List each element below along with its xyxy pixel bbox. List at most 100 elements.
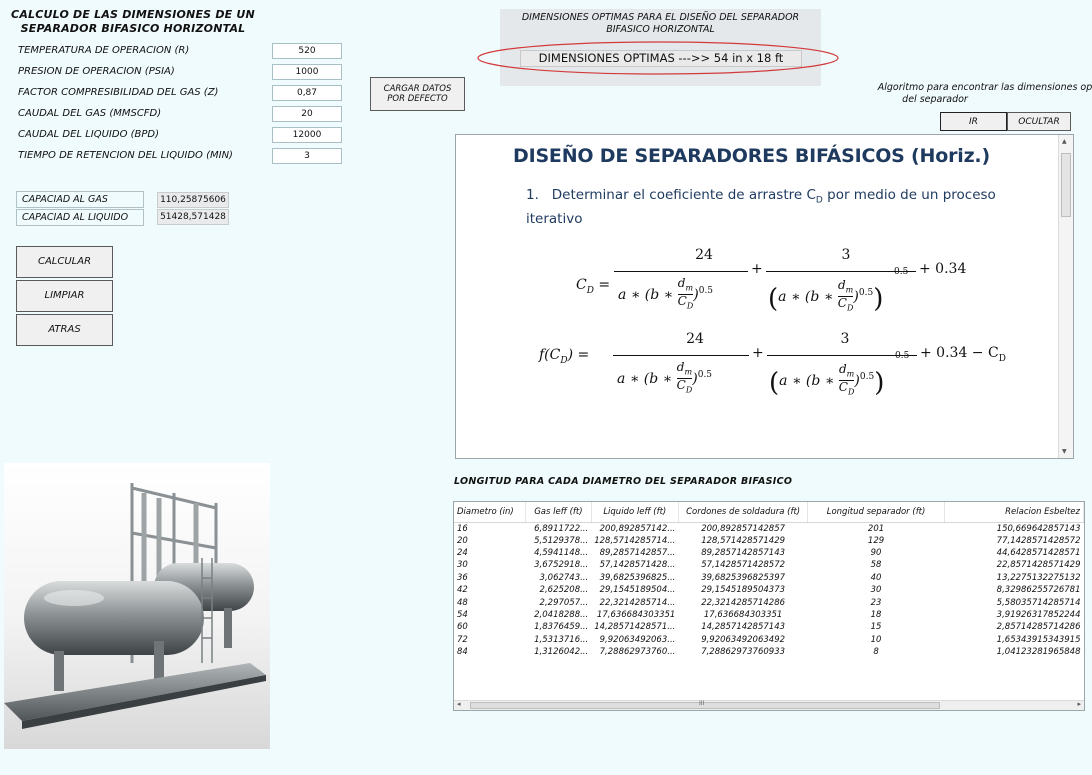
header-weld-seams[interactable]: Cordones de soldadura (ft) xyxy=(678,502,809,523)
table-cell[interactable]: 39,6825396825397 xyxy=(678,572,808,584)
table-cell[interactable]: 8 xyxy=(808,646,944,658)
calcular-button[interactable]: CALCULAR xyxy=(16,246,113,278)
table-cell[interactable]: 22,8571428571429 xyxy=(944,559,1083,571)
table-cell[interactable]: 3,91926317852244 xyxy=(944,609,1083,621)
header-diameter[interactable]: Diametro (in) xyxy=(454,502,527,523)
table-cell[interactable]: 4,5941148... xyxy=(526,547,592,559)
table-cell[interactable]: 57,1428571428572 xyxy=(678,559,808,571)
table-cell[interactable]: 89,2857142857... xyxy=(591,547,678,559)
table-cell[interactable]: 30 xyxy=(454,559,526,571)
table-cell[interactable]: 22,3214285714286 xyxy=(678,596,808,608)
liquid-flow-input[interactable]: 12000 xyxy=(272,127,342,143)
table-cell[interactable]: 5,5129378... xyxy=(526,535,592,547)
table-cell[interactable]: 29,1545189504... xyxy=(591,584,678,596)
table-cell[interactable]: 16 xyxy=(454,522,526,535)
table-cell[interactable]: 2,625208... xyxy=(526,584,592,596)
table-cell[interactable]: 1,5313716... xyxy=(526,634,592,646)
table-cell[interactable]: 1,3126042... xyxy=(526,646,592,658)
temperature-input[interactable]: 520 xyxy=(272,43,342,59)
scroll-left-icon[interactable]: ◂ xyxy=(457,700,461,708)
atras-button[interactable]: ATRAS xyxy=(16,314,113,346)
table-cell[interactable]: 201 xyxy=(808,522,944,535)
load-defaults-button[interactable]: CARGAR DATOS POR DEFECTO xyxy=(370,77,465,111)
document-viewer[interactable]: DISEÑO DE SEPARADORES BIFÁSICOS (Horiz.)… xyxy=(455,134,1074,459)
table-cell[interactable]: 128,5714285714... xyxy=(591,535,678,547)
header-liquid-leff[interactable]: Liquido leff (ft) xyxy=(591,502,679,523)
ocultar-button[interactable]: OCULTAR xyxy=(1007,112,1071,131)
table-cell[interactable]: 2,0418288... xyxy=(526,609,592,621)
ir-button[interactable]: IR xyxy=(940,112,1007,131)
table-cell[interactable]: 1,04123281965848 xyxy=(944,646,1083,658)
table-cell[interactable]: 3,062743... xyxy=(526,572,592,584)
table-cell[interactable]: 200,892857142... xyxy=(591,522,678,535)
table-row[interactable]: 16 6,8911722... 200,892857142... 200,892857… xyxy=(454,522,1084,535)
table-cell[interactable]: 29,1545189504373 xyxy=(678,584,808,596)
table-row[interactable]: 54 2,0418288... 17,636684303351 17,63668430… xyxy=(454,609,1084,621)
table-cell[interactable]: 14,28571428571... xyxy=(591,621,678,633)
table-horizontal-scrollbar[interactable]: ◂ III ▸ xyxy=(454,700,1084,710)
limpiar-button[interactable]: LIMPIAR xyxy=(16,280,113,312)
table-cell[interactable]: 54 xyxy=(454,609,526,621)
table-cell[interactable]: 3,6752918... xyxy=(526,559,592,571)
table-cell[interactable]: 1,65343915343915 xyxy=(944,634,1083,646)
table-row[interactable]: 72 1,5313716... 9,92063492063... 9,92063492… xyxy=(454,634,1084,646)
table-cell[interactable]: 128,571428571429 xyxy=(678,535,808,547)
table-cell[interactable]: 23 xyxy=(808,596,944,608)
table-cell[interactable]: 200,892857142857 xyxy=(678,522,808,535)
table-cell[interactable]: 36 xyxy=(454,572,526,584)
table-cell[interactable]: 18 xyxy=(808,609,944,621)
table-row[interactable]: 42 2,625208... 29,1545189504... 29,15451895… xyxy=(454,584,1084,596)
table-cell[interactable]: 40 xyxy=(808,572,944,584)
table-cell[interactable]: 15 xyxy=(808,621,944,633)
header-separator-length[interactable]: Longitud separador (ft) xyxy=(807,502,945,523)
table-cell[interactable]: 72 xyxy=(454,634,526,646)
table-cell[interactable]: 13,2275132275132 xyxy=(944,572,1083,584)
table-row[interactable]: 48 2,297057... 22,3214285714... 22,32142857… xyxy=(454,596,1084,608)
table-cell[interactable]: 17,636684303351 xyxy=(591,609,678,621)
table-cell[interactable]: 57,1428571428... xyxy=(591,559,678,571)
table-row[interactable]: 84 1,3126042... 7,28862973760... 7,28862973… xyxy=(454,646,1084,658)
table-cell[interactable]: 14,2857142857143 xyxy=(678,621,808,633)
table-cell[interactable]: 77,1428571428572 xyxy=(944,535,1083,547)
table-cell[interactable]: 17,636684303351 xyxy=(678,609,808,621)
table-cell[interactable]: 8,32986255726781 xyxy=(944,584,1083,596)
table-cell[interactable]: 9,92063492063... xyxy=(591,634,678,646)
scroll-thumb[interactable] xyxy=(1061,153,1071,217)
table-cell[interactable]: 89,2857142857143 xyxy=(678,547,808,559)
table-cell[interactable]: 84 xyxy=(454,646,526,658)
table-row[interactable]: 36 3,062743... 39,6825396825... 39,68253968… xyxy=(454,572,1084,584)
table-row[interactable]: 30 3,6752918... 57,1428571428... 57,1428571… xyxy=(454,559,1084,571)
pressure-input[interactable]: 1000 xyxy=(272,64,342,80)
header-gas-leff[interactable]: Gas leff (ft) xyxy=(525,502,592,523)
header-slenderness[interactable]: Relacion Esbeltez xyxy=(944,502,1084,523)
length-table[interactable]: Diametro (in) Gas leff (ft) Liquido leff… xyxy=(453,501,1085,711)
table-cell[interactable]: 90 xyxy=(808,547,944,559)
table-cell[interactable]: 60 xyxy=(454,621,526,633)
table-cell[interactable]: 150,669642857143 xyxy=(944,522,1083,535)
table-cell[interactable]: 44,6428571428571 xyxy=(944,547,1083,559)
table-row[interactable]: 20 5,5129378... 128,5714285714... 128,57142… xyxy=(454,535,1084,547)
table-cell[interactable]: 58 xyxy=(808,559,944,571)
table-cell[interactable]: 2,85714285714286 xyxy=(944,621,1083,633)
table-cell[interactable]: 2,297057... xyxy=(526,596,592,608)
document-scrollbar[interactable]: ▲ ▼ xyxy=(1058,135,1073,458)
table-cell[interactable]: 20 xyxy=(454,535,526,547)
scroll-up-icon[interactable]: ▲ xyxy=(1062,138,1067,145)
table-cell[interactable]: 9,92063492063492 xyxy=(678,634,808,646)
table-cell[interactable]: 24 xyxy=(454,547,526,559)
table-cell[interactable]: 7,28862973760... xyxy=(591,646,678,658)
table-cell[interactable]: 30 xyxy=(808,584,944,596)
table-cell[interactable]: 42 xyxy=(454,584,526,596)
gas-flow-input[interactable]: 20 xyxy=(272,106,342,122)
table-cell[interactable]: 39,6825396825... xyxy=(591,572,678,584)
table-cell[interactable]: 22,3214285714... xyxy=(591,596,678,608)
table-cell[interactable]: 5,58035714285714 xyxy=(944,596,1083,608)
table-cell[interactable]: 10 xyxy=(808,634,944,646)
z-factor-input[interactable]: 0,87 xyxy=(272,85,342,101)
table-cell[interactable]: 48 xyxy=(454,596,526,608)
table-row[interactable]: 60 1,8376459... 14,28571428571... 14,285714… xyxy=(454,621,1084,633)
table-cell[interactable]: 7,28862973760933 xyxy=(678,646,808,658)
horizontal-scroll-thumb[interactable] xyxy=(470,702,940,709)
retention-time-input[interactable]: 3 xyxy=(272,148,342,164)
table-cell[interactable]: 6,8911722... xyxy=(526,522,592,535)
